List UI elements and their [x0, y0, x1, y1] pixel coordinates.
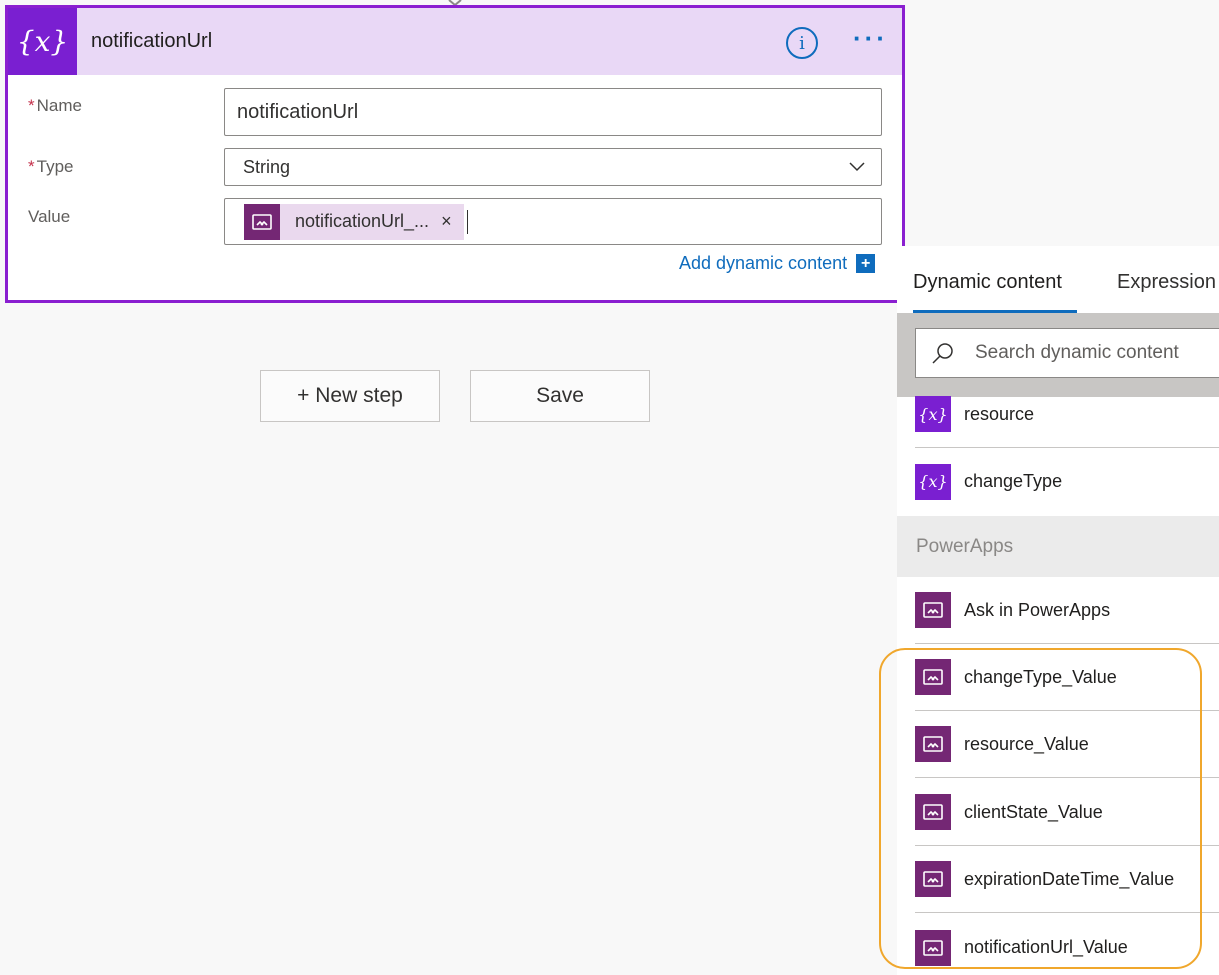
list-item-resource[interactable]: {x} resource	[915, 381, 1219, 448]
plus-icon: +	[856, 254, 876, 273]
name-input[interactable]: notificationUrl	[224, 88, 882, 136]
highlight-outline	[879, 648, 1202, 969]
value-input[interactable]: notificationUrl_... ×	[224, 198, 882, 245]
value-label: Value	[28, 207, 71, 226]
variable-icon: {x}	[915, 463, 951, 500]
powerapps-icon	[244, 203, 280, 240]
list-item-label: Ask in PowerApps	[964, 599, 1111, 620]
type-label: * Type	[28, 157, 74, 176]
name-label: * Name	[28, 96, 82, 115]
chevron-down-icon	[849, 162, 865, 172]
tab-dynamic-content[interactable]: Dynamic content	[913, 271, 1062, 294]
search-input[interactable]: Search dynamic content	[915, 328, 1219, 378]
variable-icon: {x}	[8, 8, 77, 75]
more-options-icon[interactable]: ···	[853, 25, 888, 51]
list-item-label: resource	[964, 403, 1035, 424]
list-item-label: changeType	[964, 471, 1063, 491]
type-select[interactable]: String	[224, 148, 882, 186]
token-label: notificationUrl_...	[295, 211, 430, 231]
section-header-powerapps: PowerApps	[897, 516, 1219, 577]
powerapps-icon	[915, 592, 951, 628]
search-icon	[932, 343, 953, 364]
panel-tabs: Dynamic content Expression	[897, 246, 1219, 313]
tab-expression[interactable]: Expression	[1117, 271, 1216, 294]
info-icon[interactable]: i	[786, 27, 818, 59]
list-item-changetype[interactable]: {x} changeType	[915, 448, 1219, 515]
remove-token-icon[interactable]: ×	[441, 211, 452, 232]
text-caret	[466, 209, 468, 234]
new-step-button[interactable]: + New step	[260, 370, 440, 422]
variable-icon: {x}	[915, 396, 951, 432]
list-item-ask-in-powerapps[interactable]: Ask in PowerApps	[915, 577, 1219, 644]
card-title[interactable]: notificationUrl	[91, 30, 212, 53]
variable-action-card: {x} notificationUrl i ··· * Name notifica…	[5, 5, 905, 303]
dynamic-token[interactable]: notificationUrl_... ×	[244, 203, 464, 240]
search-placeholder: Search dynamic content	[975, 342, 1179, 363]
add-dynamic-content-link[interactable]: Add dynamic content +	[679, 253, 876, 274]
save-button[interactable]: Save	[470, 370, 650, 422]
card-header[interactable]: {x} notificationUrl i ···	[8, 8, 902, 75]
active-tab-indicator	[913, 310, 1077, 313]
